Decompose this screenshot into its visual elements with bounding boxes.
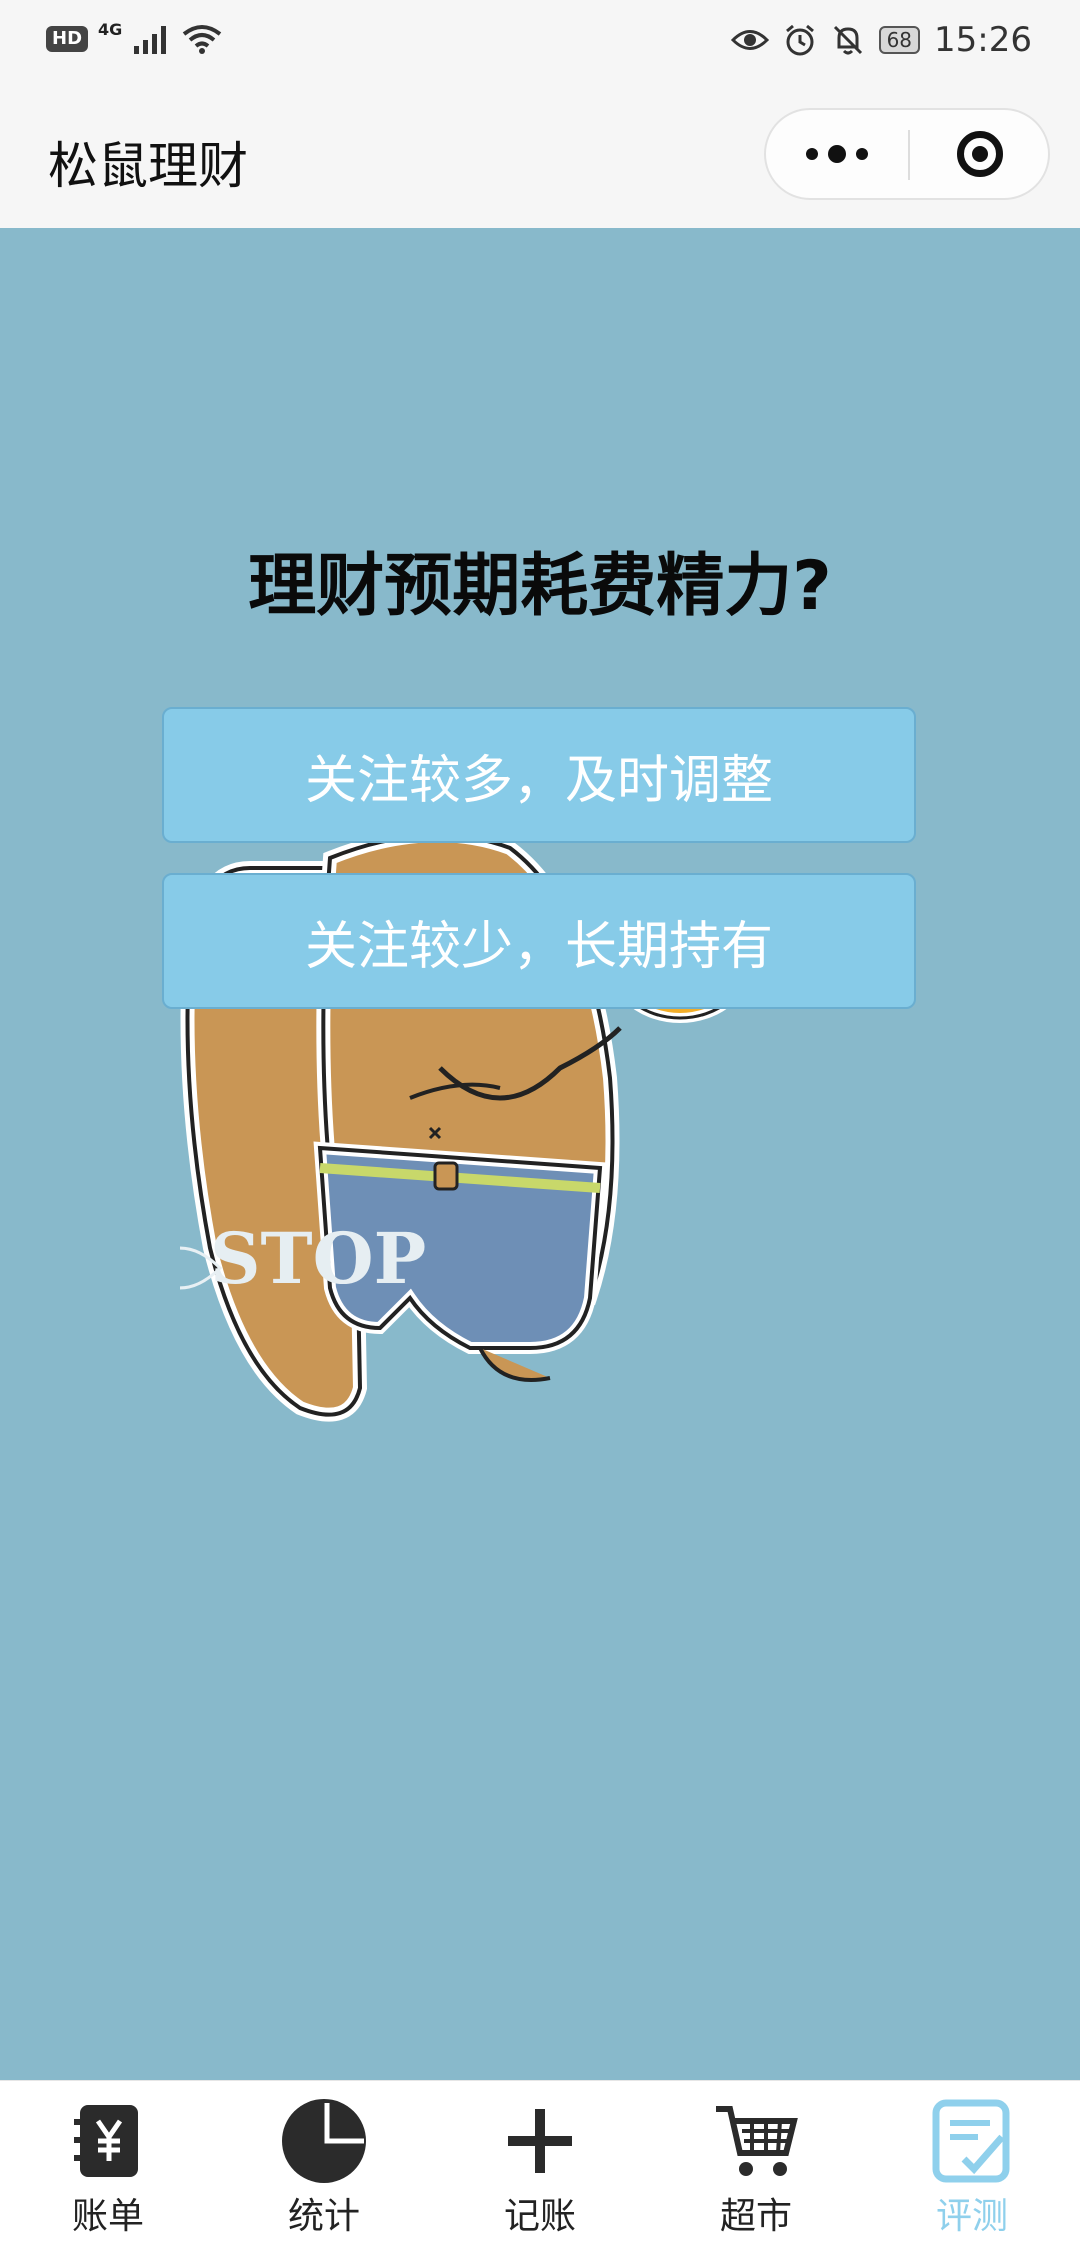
tab-label: 超市 [719, 2196, 792, 2237]
option-button-less-attention[interactable]: 关注较少，长期持有 [162, 873, 916, 1009]
target-icon [957, 131, 1003, 177]
shopping-cart-icon [716, 2106, 798, 2176]
page-title: 松鼠理财 [48, 137, 248, 195]
assessment-icon [932, 2099, 1010, 2183]
battery-indicator: 68 [878, 26, 921, 54]
signal-icon [134, 26, 167, 54]
eye-icon [730, 30, 769, 50]
miniprogram-capsule [764, 108, 1050, 200]
wifi-icon [183, 25, 222, 54]
tab-label: 评测 [935, 2196, 1008, 2237]
tab-label: 账单 [71, 2196, 144, 2237]
navigation-bar: 松鼠理财 [0, 84, 1080, 228]
more-dot-icon [828, 145, 846, 163]
more-dot-icon [806, 148, 818, 160]
tab-label: 记账 [503, 2196, 576, 2237]
bottom-tab-bar: 账单 统计 记账 超市 评测 [0, 2080, 1080, 2245]
tab-assessment[interactable]: 评测 [864, 2081, 1080, 2245]
status-bar-right: 68 15:26 [730, 20, 1032, 60]
hd-badge: HD [46, 26, 89, 52]
more-dot-icon [856, 148, 868, 160]
mute-bell-icon [833, 25, 862, 55]
tab-label: 统计 [287, 2196, 360, 2237]
tab-statistics[interactable]: 统计 [216, 2081, 432, 2245]
bill-icon [74, 2105, 138, 2177]
quiz-area: STOP 理财预期耗费精力? 关注较多，及时调整 关注较少，长期持有 [0, 228, 1080, 2080]
more-button[interactable] [766, 110, 908, 198]
tab-record[interactable]: 记账 [432, 2081, 648, 2245]
watermark-text: STOP [210, 1217, 426, 1300]
plus-icon [508, 2109, 572, 2173]
clock: 15:26 [934, 20, 1032, 60]
pie-chart-icon [282, 2099, 366, 2183]
option-label: 关注较少，长期持有 [304, 916, 773, 977]
close-button[interactable] [910, 110, 1050, 198]
tab-bill[interactable]: 账单 [0, 2081, 216, 2245]
option-label: 关注较多，及时调整 [304, 750, 773, 811]
question-title: 理财预期耗费精力? [248, 547, 832, 626]
tab-supermarket[interactable]: 超市 [648, 2081, 864, 2245]
option-button-more-attention[interactable]: 关注较多，及时调整 [162, 707, 916, 843]
status-bar: HD 4G 68 15:26 [0, 0, 1080, 84]
status-bar-left: HD 4G [46, 19, 222, 56]
alarm-icon [785, 24, 814, 56]
network-type: 4G [98, 19, 123, 39]
